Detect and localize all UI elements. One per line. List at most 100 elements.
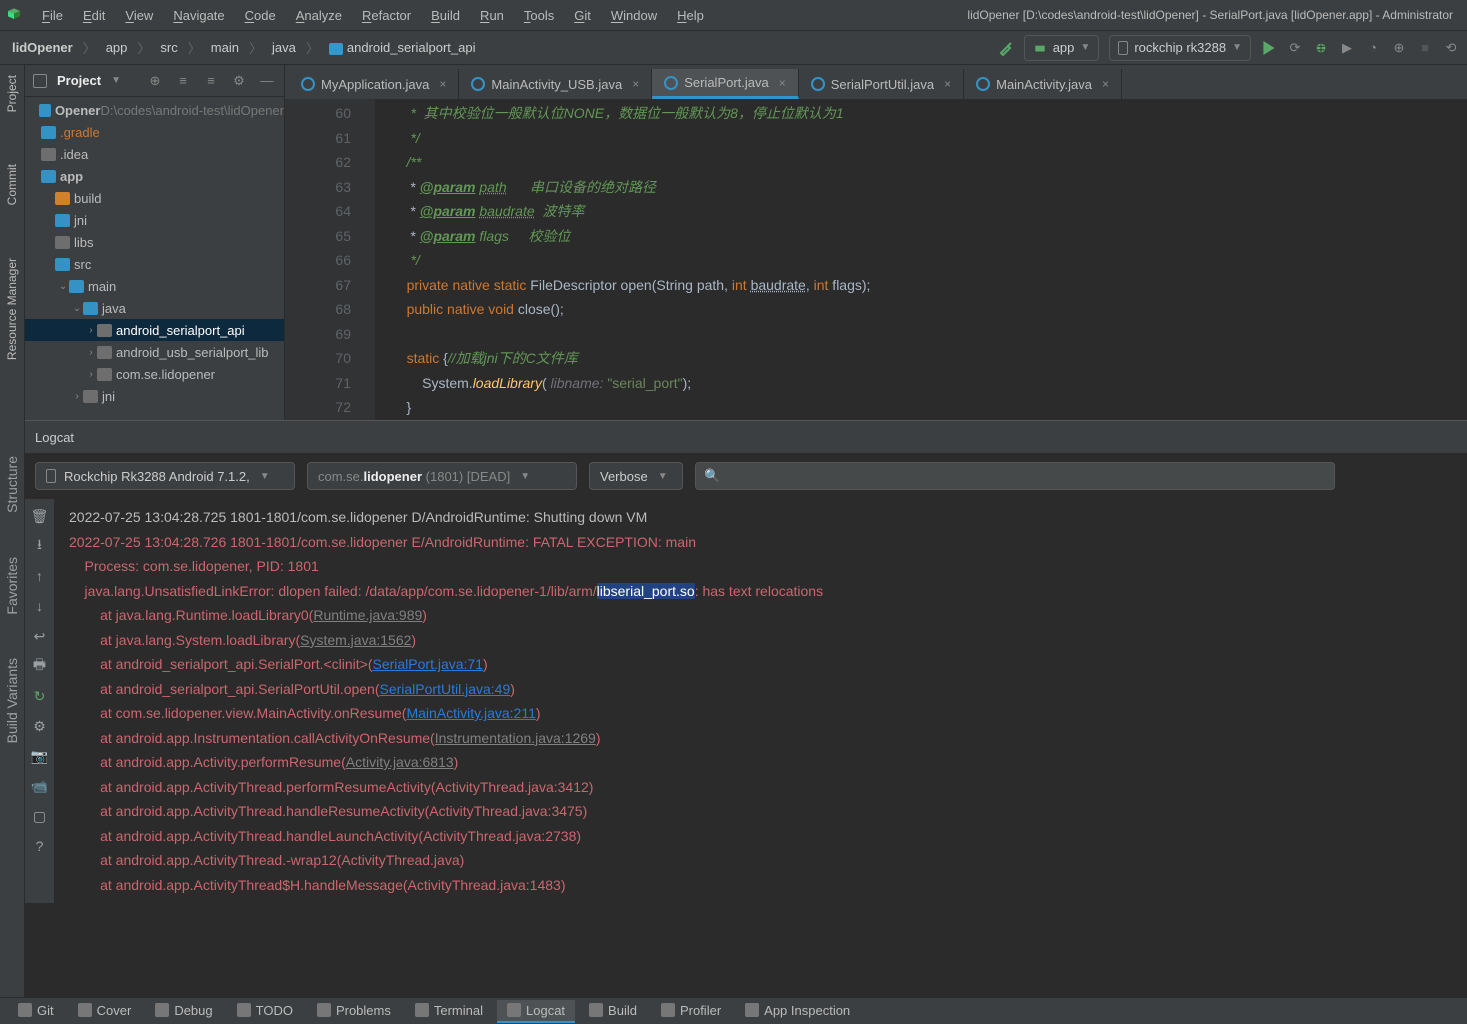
tab-MainActivity_USB.java[interactable]: MainActivity_USB.java× [459,69,652,99]
tree-item-java[interactable]: ⌄java [25,297,284,319]
crumb-lidOpener[interactable]: lidOpener [8,38,77,57]
menu-git[interactable]: Git [564,4,601,27]
bottom-app-inspection[interactable]: App Inspection [735,1000,860,1023]
rail-commit[interactable]: Commit [5,158,19,211]
tab-MyApplication.java[interactable]: MyApplication.java× [289,69,459,99]
close-icon[interactable]: × [779,76,786,90]
tree-item-build[interactable]: build [25,187,284,209]
rail-project[interactable]: Project [5,69,19,118]
tree-item-android_usb_serialport_lib[interactable]: ›android_usb_serialport_lib [25,341,284,363]
tree-item-Opener[interactable]: Opener D:\codes\android-test\lidOpener [25,99,284,121]
tree-item-.idea[interactable]: .idea [25,143,284,165]
coverage-icon[interactable]: ▶ [1339,40,1355,56]
restart-icon[interactable]: ↻ [31,687,49,705]
crumb-main[interactable]: main [207,38,243,57]
bottom-label: Profiler [680,1003,721,1018]
menu-code[interactable]: Code [235,4,286,27]
tree-item-jni[interactable]: ›jni [25,385,284,407]
tree-item-android_serialport_api[interactable]: ›android_serialport_api [25,319,284,341]
stop-icon[interactable]: ■ [1417,40,1433,56]
crumb-src[interactable]: src [156,38,181,57]
screenshot-icon[interactable]: 📷 [31,747,49,765]
breadcrumb[interactable]: lidOpener〉app〉src〉main〉java〉android_seri… [8,38,480,57]
bottom-terminal[interactable]: Terminal [405,1000,493,1023]
close-icon[interactable]: × [632,77,639,91]
attach-debugger-icon[interactable]: ⊕ [1391,40,1407,56]
bottom-todo[interactable]: TODO [227,1000,303,1023]
bottom-problems[interactable]: Problems [307,1000,401,1023]
gear-icon[interactable]: ⚙ [230,72,248,90]
tree-item-com.se.lidopener[interactable]: ›com.se.lidopener [25,363,284,385]
project-tree[interactable]: Opener D:\codes\android-test\lidOpener.g… [25,97,284,407]
bottom-profiler[interactable]: Profiler [651,1000,731,1023]
menu-view[interactable]: View [115,4,163,27]
menu-run[interactable]: Run [470,4,514,27]
settings-icon[interactable]: ⚙ [31,717,49,735]
tree-item-app[interactable]: app [25,165,284,187]
record-icon[interactable]: 📹 [31,777,49,795]
close-icon[interactable]: × [944,77,951,91]
bottom-debug[interactable]: Debug [145,1000,222,1023]
tree-item-.gradle[interactable]: .gradle [25,121,284,143]
select-opened-file-icon[interactable]: ⊕ [146,72,164,90]
tree-item-src[interactable]: src [25,253,284,275]
collapse-all-icon[interactable]: ≡ [202,72,220,90]
logcat-tab-header[interactable]: Logcat [25,421,1467,453]
down-icon[interactable]: ↓ [31,597,49,615]
menu-window[interactable]: Window [601,4,667,27]
logcat-output[interactable]: 2022-07-25 13:04:28.725 1801-1801/com.se… [55,499,1467,903]
menu-analyze[interactable]: Analyze [286,4,352,27]
trash-icon[interactable]: 🗑 [31,507,49,525]
print-icon[interactable]: 🖶 [31,657,49,675]
soft-wrap-icon[interactable]: ↩ [31,627,49,645]
rail-favorites[interactable]: Favorites [4,551,20,621]
code-editor[interactable]: * 其中校验位一般默认位NONE，数据位一般默认为8，停止位默认为1 */ /*… [375,99,1467,420]
logcat-process-selector[interactable]: com.se.lidopener (1801) [DEAD] ▼ [307,462,577,490]
apply-changes-icon[interactable]: ⟳ [1287,40,1303,56]
build-hammer-icon[interactable] [998,40,1014,56]
menu-help[interactable]: Help [667,4,714,27]
scroll-end-icon[interactable]: ⭳ [31,537,49,555]
logcat-level-selector[interactable]: Verbose ▼ [589,462,683,490]
tree-item-libs[interactable]: libs [25,231,284,253]
debug-icon[interactable] [1313,40,1329,56]
menu-file[interactable]: File [32,4,73,27]
run-button[interactable] [1261,40,1277,56]
chevron-down-icon[interactable]: ▼ [111,75,121,86]
tab-SerialPort.java[interactable]: SerialPort.java× [652,69,799,99]
bottom-git[interactable]: Git [8,1000,64,1023]
crumb-java[interactable]: java [268,38,300,57]
crumb-app[interactable]: app [102,38,132,57]
crumb-android_serialport_api[interactable]: android_serialport_api [325,38,480,57]
project-view-icon[interactable] [33,74,47,88]
menu-build[interactable]: Build [421,4,470,27]
menu-edit[interactable]: Edit [73,4,115,27]
logcat-device-selector[interactable]: Rockchip Rk3288 Android 7.1.2, ▼ [35,462,295,490]
close-icon[interactable]: × [1102,77,1109,91]
hide-icon[interactable]: — [258,72,276,90]
menu-tools[interactable]: Tools [514,4,564,27]
logcat-search-input[interactable]: 🔍 [695,462,1335,490]
expand-all-icon[interactable]: ≡ [174,72,192,90]
rail-resource-manager[interactable]: Resource Manager [5,252,19,366]
chevron-right-icon: 〉 [137,38,150,57]
bottom-cover[interactable]: Cover [68,1000,142,1023]
run-config-selector[interactable]: app ▼ [1024,35,1100,61]
menu-navigate[interactable]: Navigate [163,4,234,27]
up-icon[interactable]: ↑ [31,567,49,585]
menu-refactor[interactable]: Refactor [352,4,421,27]
device-selector[interactable]: rockchip rk3288 ▼ [1109,35,1251,61]
rail-build-variants[interactable]: Build Variants [4,652,20,749]
tab-MainActivity.java[interactable]: MainActivity.java× [964,69,1122,99]
profiler-icon[interactable]: ◔ [1365,40,1381,56]
tree-item-jni[interactable]: jni [25,209,284,231]
bottom-build[interactable]: Build [579,1000,647,1023]
help-icon[interactable]: ? [31,837,49,855]
tab-SerialPortUtil.java[interactable]: SerialPortUtil.java× [799,69,964,99]
bottom-logcat[interactable]: Logcat [497,1000,575,1023]
tree-item-main[interactable]: ⌄main [25,275,284,297]
rail-structure[interactable]: Structure [4,450,20,519]
sync-icon[interactable]: ⟲ [1443,40,1459,56]
close-icon[interactable]: × [439,77,446,91]
todo-icon [237,1003,251,1017]
